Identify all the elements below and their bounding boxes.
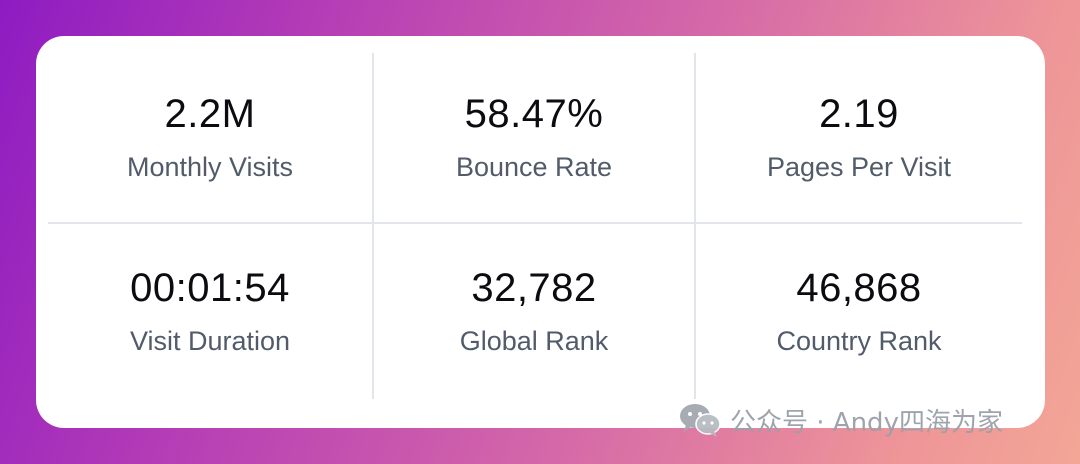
stat-value: 00:01:54 xyxy=(130,266,290,310)
stat-global-rank: 32,782 Global Rank xyxy=(374,224,696,399)
stats-grid: 2.2M Monthly Visits 58.47% Bounce Rate 2… xyxy=(48,53,1022,399)
stat-value: 58.47% xyxy=(464,92,604,136)
wechat-icon xyxy=(680,404,721,437)
stat-label: Country Rank xyxy=(776,326,942,356)
stat-pages-per-visit: 2.19 Pages Per Visit xyxy=(696,53,1022,224)
stat-label: Visit Duration xyxy=(129,326,291,356)
stat-monthly-visits: 2.2M Monthly Visits xyxy=(48,53,374,224)
watermark: 公众号 · Andy四海为家 xyxy=(678,400,1003,440)
stat-bounce-rate: 58.47% Bounce Rate xyxy=(374,53,696,224)
stat-label: Pages Per Visit xyxy=(766,152,952,182)
stat-value: 32,782 xyxy=(471,266,597,310)
stat-value: 46,868 xyxy=(796,266,922,310)
stat-value: 2.2M xyxy=(164,92,256,136)
stats-card: 2.2M Monthly Visits 58.47% Bounce Rate 2… xyxy=(36,36,1045,428)
stat-value: 2.19 xyxy=(819,92,899,136)
stat-visit-duration: 00:01:54 Visit Duration xyxy=(48,224,374,399)
stat-country-rank: 46,868 Country Rank xyxy=(696,224,1022,399)
stat-label: Bounce Rate xyxy=(455,152,613,182)
watermark-text: 公众号 · Andy四海为家 xyxy=(730,407,1003,438)
stat-label: Global Rank xyxy=(459,326,609,356)
stat-label: Monthly Visits xyxy=(126,152,294,182)
